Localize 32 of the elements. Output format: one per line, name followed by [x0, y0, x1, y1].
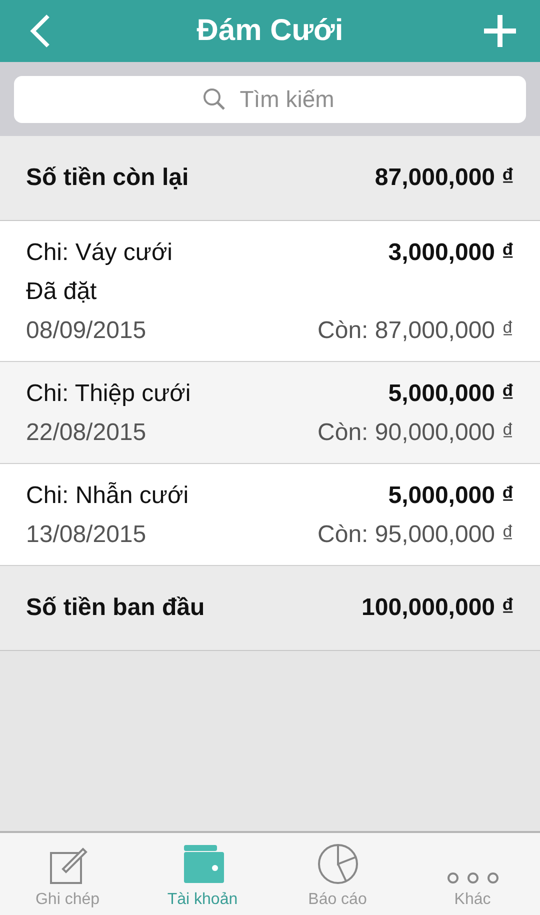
search-field[interactable]: Tìm kiếm — [14, 76, 526, 123]
tab[interactable]: Khác — [405, 833, 540, 915]
transaction-title: Chi: Nhẫn cưới — [26, 482, 189, 510]
transaction-amount: 5,000,000 ₫ — [388, 380, 514, 408]
initial-label: Số tiền ban đầu — [26, 594, 205, 622]
page-title: Đám Cưới — [196, 14, 344, 48]
initial-amount: 100,000,000 ₫ — [362, 594, 514, 622]
search-icon — [202, 87, 226, 111]
remaining-balance: Còn: 87,000,000 ₫ — [318, 317, 514, 345]
tab[interactable]: Ghi chép — [0, 833, 135, 915]
pie-chart-icon — [316, 843, 358, 885]
transaction-date: 22/08/2015 — [26, 419, 146, 447]
transaction-date: 13/08/2015 — [26, 521, 146, 549]
transaction-title: Chi: Váy cưới — [26, 239, 173, 267]
tab[interactable]: Tài khoản — [135, 833, 270, 915]
transaction-row[interactable]: Chi: Thiệp cưới 5,000,000 ₫ 22/08/2015 Còn: 90,000,000 ₫ — [0, 362, 540, 464]
more-icon — [446, 871, 498, 885]
plus-icon — [482, 14, 517, 48]
balance-amount: 87,000,000 ₫ — [374, 164, 514, 192]
transaction-amount: 5,000,000 ₫ — [388, 482, 514, 510]
transaction-title: Chi: Thiệp cưới — [26, 380, 191, 408]
remaining-balance: Còn: 95,000,000 ₫ — [318, 521, 514, 549]
transaction-row[interactable]: Chi: Nhẫn cưới 5,000,000 ₫ 13/08/2015 Còn: 95,000,000 ₫ — [0, 464, 540, 566]
back-icon — [29, 14, 51, 48]
wallet-icon — [182, 843, 224, 885]
tab[interactable]: Báo cáo — [270, 833, 405, 915]
remaining-balance: Còn: 90,000,000 ₫ — [318, 419, 514, 447]
transaction-date: 08/09/2015 — [26, 317, 146, 345]
transaction-row[interactable]: Chi: Váy cưới 3,000,000 ₫ Đã đặt 08/09/2015 Còn: 87,000,000 ₫ — [0, 221, 540, 362]
balance-label: Số tiền còn lại — [26, 164, 189, 192]
transaction-note: Đã đặt — [26, 278, 97, 306]
transaction-amount: 3,000,000 ₫ — [388, 239, 514, 267]
